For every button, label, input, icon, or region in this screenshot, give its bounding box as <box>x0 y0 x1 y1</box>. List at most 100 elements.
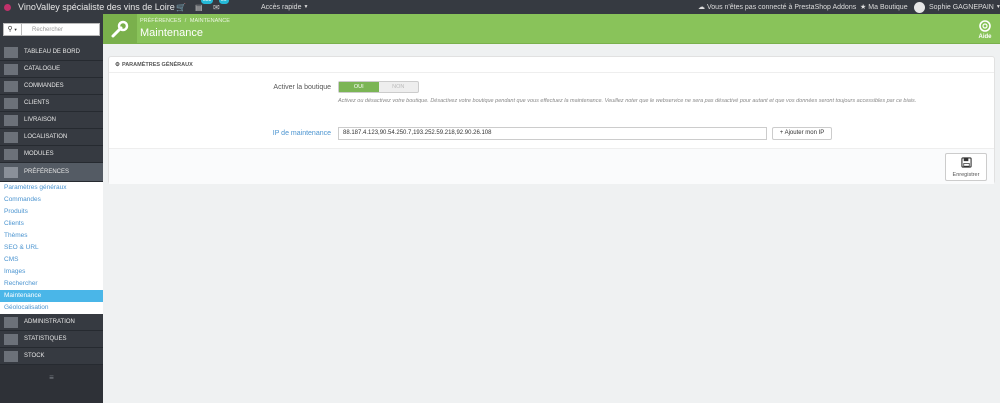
user-name: Sophie GAGNEPAIN <box>929 3 994 11</box>
sidebar-item-label: Catalogue <box>24 66 61 72</box>
sidebar-item-catalog[interactable]: Catalogue <box>0 61 103 78</box>
sidebar: ⚲ ▼ Rechercher Tableau de bord Catalogue … <box>0 14 103 403</box>
submenu-products[interactable]: Produits <box>0 206 103 218</box>
submenu-orders[interactable]: Commandes <box>0 194 103 206</box>
sidebar-item-label: Stock <box>24 353 45 359</box>
floppy-disk-icon <box>960 157 972 168</box>
top-bar: VinoValley spécialiste des vins de Loire… <box>0 0 1000 14</box>
help-label: Aide <box>978 34 992 40</box>
sidebar-item-orders[interactable]: Commandes <box>0 78 103 95</box>
breadcrumb-preferences[interactable]: Préférences <box>140 18 181 24</box>
sidebar-item-customers[interactable]: Clients <box>0 95 103 112</box>
help-button[interactable]: Aide <box>978 20 992 40</box>
submenu-search[interactable]: Rechercher <box>0 278 103 290</box>
submenu-customers[interactable]: Clients <box>0 218 103 230</box>
customers-notification[interactable]: ✉ 86 <box>213 0 229 14</box>
sidebar-item-modules[interactable]: Modules <box>0 146 103 163</box>
submenu-maintenance[interactable]: Maintenance <box>0 290 103 302</box>
sidebar-item-stats[interactable]: Statistiques <box>0 331 103 348</box>
sidebar-item-stock[interactable]: Stock <box>0 348 103 365</box>
switch-no[interactable]: Non <box>379 82 419 92</box>
stock-icon <box>4 350 18 362</box>
gear-icon <box>4 316 18 328</box>
save-label: Enregistrer <box>952 172 980 178</box>
catalog-icon <box>4 63 18 75</box>
avatar <box>914 1 925 13</box>
quick-access-label: Accès rapide <box>261 3 302 11</box>
inbox-icon: ▤ <box>195 2 203 12</box>
cart-icon[interactable]: 🛒 <box>176 0 186 14</box>
sidebar-item-administration[interactable]: Administration <box>0 314 103 331</box>
quick-access-menu[interactable]: Accès rapide ▼ <box>261 0 308 14</box>
prestashop-logo[interactable] <box>0 0 14 14</box>
breadcrumb-separator: / <box>184 18 187 24</box>
sidebar-item-label: Clients <box>24 100 50 106</box>
enable-shop-switch[interactable]: Oui Non <box>338 81 419 93</box>
collapse-menu-button[interactable]: ≡ <box>0 365 103 390</box>
enable-shop-help: Activez ou désactivez votre boutique. Dé… <box>338 98 917 104</box>
maintenance-ip-label: IP de maintenance <box>272 130 331 137</box>
gears-icon: ⚙ <box>115 61 120 68</box>
customers-icon <box>4 97 18 109</box>
maintenance-ip-input[interactable]: 88.187.4.123,90.54.250.7,193.252.59.218,… <box>338 127 767 140</box>
my-shop-link[interactable]: ★ Ma Boutique <box>860 0 908 14</box>
breadcrumb-maintenance: Maintenance <box>189 18 230 24</box>
sidebar-item-label: Livraison <box>24 117 57 123</box>
search-icon: ⚲ <box>7 26 13 33</box>
globe-icon <box>4 131 18 143</box>
stats-icon <box>4 333 18 345</box>
star-icon: ★ <box>860 4 867 11</box>
enable-shop-label: Activer la boutique <box>273 84 331 91</box>
caret-down-icon: ▼ <box>303 4 309 10</box>
page-title: Maintenance <box>140 27 203 39</box>
orders-icon <box>4 80 18 92</box>
sidebar-item-preferences[interactable]: Préférences <box>0 163 103 182</box>
user-menu[interactable]: Sophie GAGNEPAIN ▼ <box>914 0 1000 14</box>
breadcrumb: Préférences / Maintenance <box>140 18 230 24</box>
panel-footer: Enregistrer <box>109 148 994 184</box>
switch-yes[interactable]: Oui <box>339 82 379 92</box>
add-ip-label: Ajouter mon IP <box>784 130 825 136</box>
addons-notice: Vous n'êtes pas connecté à PrestaShop Ad… <box>707 3 857 11</box>
orders-badge: 358 <box>201 0 214 4</box>
shop-name[interactable]: VinoValley spécialiste des vins de Loire <box>18 2 175 12</box>
sidebar-item-label: Administration <box>24 319 75 325</box>
wrench-icon <box>4 166 18 178</box>
page-header: Préférences / Maintenance Maintenance Ai… <box>103 14 1000 44</box>
sidebar-search: ⚲ ▼ Rechercher <box>0 14 103 44</box>
submenu-geolocation[interactable]: Géolocalisation <box>0 302 103 314</box>
sidebar-item-shipping[interactable]: Livraison <box>0 112 103 129</box>
search-input[interactable]: Rechercher <box>22 22 100 36</box>
submenu-images[interactable]: Images <box>0 266 103 278</box>
submenu-cms[interactable]: CMS <box>0 254 103 266</box>
truck-icon <box>4 114 18 126</box>
sidebar-item-label: Préférences <box>24 169 70 175</box>
sidebar-item-label: Modules <box>24 151 54 157</box>
addons-link[interactable]: ☁ Vous n'êtes pas connecté à PrestaShop … <box>698 0 856 14</box>
cloud-icon: ☁ <box>698 4 705 11</box>
save-button[interactable]: Enregistrer <box>945 153 987 181</box>
add-my-ip-button[interactable]: + Ajouter mon IP <box>772 127 832 140</box>
submenu-seo-url[interactable]: SEO & URL <box>0 242 103 254</box>
search-type-button[interactable]: ⚲ ▼ <box>3 22 22 36</box>
orders-notification[interactable]: ▤ 358 <box>195 0 214 14</box>
page-icon <box>103 14 137 44</box>
sidebar-item-localization[interactable]: Localisation <box>0 129 103 146</box>
submenu-general[interactable]: Paramètres généraux <box>0 182 103 194</box>
my-shop-label: Ma Boutique <box>868 3 908 11</box>
lifebuoy-icon <box>979 20 991 32</box>
sidebar-item-dashboard[interactable]: Tableau de bord <box>0 44 103 61</box>
dashboard-icon <box>4 46 18 58</box>
caret-down-icon: ▼ <box>995 4 1000 10</box>
wrench-icon <box>111 20 129 38</box>
customers-badge: 86 <box>219 0 229 4</box>
sidebar-item-label: Commandes <box>24 83 64 89</box>
puzzle-icon <box>4 148 18 160</box>
preferences-submenu: Paramètres généraux Commandes Produits C… <box>0 182 103 314</box>
sidebar-item-label: Tableau de bord <box>24 49 80 55</box>
sidebar-item-label: Statistiques <box>24 336 67 342</box>
sidebar-item-label: Localisation <box>24 134 68 140</box>
plus-icon: + <box>779 130 784 136</box>
submenu-themes[interactable]: Thèmes <box>0 230 103 242</box>
hamburger-icon: ≡ <box>49 373 54 382</box>
